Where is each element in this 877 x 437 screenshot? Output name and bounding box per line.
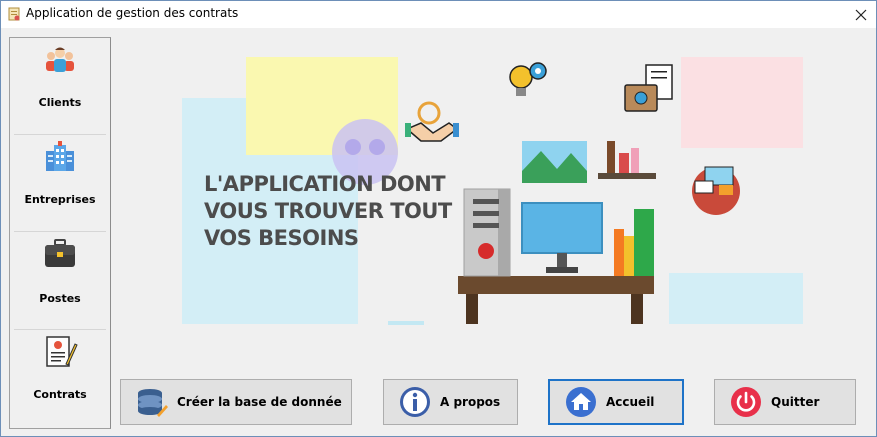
home-label: Accueil	[606, 395, 655, 409]
main-window: Application de gestion des contrats Clie…	[0, 0, 877, 437]
hero-line-3: VOS BESOINS	[204, 226, 359, 250]
info-icon	[400, 387, 430, 417]
home-button[interactable]: Accueil	[548, 379, 684, 425]
quit-label: Quitter	[771, 395, 820, 409]
document-gear-icon	[624, 64, 673, 112]
hero-tagline: L'APPLICATION DONT VOUS TROUVER TOUT VOS…	[204, 171, 452, 252]
create-database-label: Créer la base de donnée	[177, 395, 342, 409]
power-icon	[731, 387, 761, 417]
hero-line-2: VOUS TROUVER TOUT	[204, 199, 452, 223]
about-button[interactable]: A propos	[383, 379, 518, 425]
database-icon	[138, 389, 168, 417]
quit-button[interactable]: Quitter	[714, 379, 856, 425]
home-icon	[566, 387, 596, 417]
hero-line-1: L'APPLICATION DONT	[204, 172, 446, 196]
about-label: A propos	[440, 395, 501, 409]
create-database-button[interactable]: Créer la base de donnée	[120, 379, 352, 425]
handshake-gear-icon	[405, 101, 459, 142]
lightbulb-gear-icon	[509, 62, 547, 96]
